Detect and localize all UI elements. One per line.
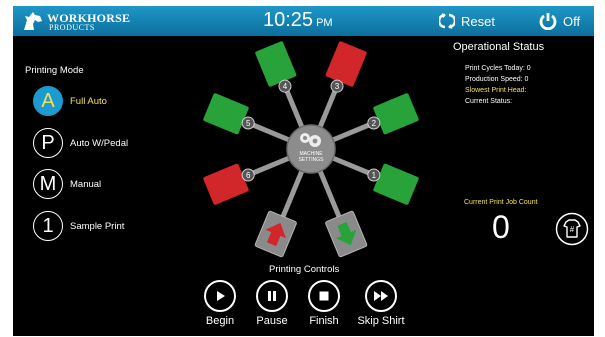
play-icon [204, 280, 236, 312]
current-status: Current Status: [465, 98, 513, 105]
station-number: 1 [372, 171, 377, 180]
top-bar: WORKHORSE PRODUCTS 10:25 PM Reset Off [13, 6, 594, 36]
skip-shirt-label: Skip Shirt [357, 315, 405, 327]
mode-symbol: A [33, 86, 63, 116]
station-3[interactable] [325, 41, 367, 88]
reset-label: Reset [461, 13, 495, 29]
power-icon [539, 13, 557, 30]
power-off-button[interactable]: Off [539, 10, 580, 32]
fast-forward-icon [365, 280, 397, 312]
clock-time: 10:25 [263, 9, 314, 31]
off-label: Off [563, 13, 581, 29]
horse-head-icon [24, 12, 42, 30]
station-1[interactable] [373, 163, 420, 205]
logo-subtext: PRODUCTS [49, 23, 95, 32]
production-speed: Production Speed: 0 [465, 76, 529, 83]
mode-manual[interactable]: M Manual [33, 169, 101, 199]
mode-auto-pedal[interactable]: P Auto W/Pedal [33, 128, 128, 158]
mode-symbol: M [33, 169, 63, 199]
printing-mode-title: Printing Mode [25, 65, 84, 76]
station-number: 3 [335, 82, 340, 91]
station-number: 4 [283, 82, 288, 91]
press-control-screen: WORKHORSE PRODUCTS 10:25 PM Reset Off Pri… [13, 6, 594, 336]
shirt-count-button[interactable]: # [555, 212, 589, 246]
station-4[interactable] [255, 41, 297, 88]
clock-ampm: PM [316, 17, 333, 29]
mode-symbol: 1 [33, 211, 63, 241]
mode-label: Full Auto [70, 95, 107, 107]
skip-shirt-button[interactable]: Skip Shirt [349, 280, 413, 327]
station-2[interactable] [373, 93, 420, 135]
mode-label: Auto W/Pedal [70, 137, 129, 149]
mode-symbol: P [33, 128, 63, 158]
printing-controls-title: Printing Controls [269, 264, 340, 275]
operational-status-title: Operational Status [453, 41, 545, 53]
job-count-value: 0 [492, 209, 510, 245]
station-5[interactable] [203, 93, 250, 135]
station-number: 2 [372, 119, 377, 128]
mode-label: Manual [70, 178, 102, 190]
station-number: 6 [246, 171, 251, 180]
mode-full-auto[interactable]: A Full Auto [33, 86, 107, 116]
slowest-print-head: Slowest Print Head: [465, 87, 527, 94]
finish-label: Finish [309, 315, 339, 327]
load-station[interactable] [325, 210, 368, 258]
workhorse-logo: WORKHORSE PRODUCTS [21, 9, 131, 33]
mode-sample-print[interactable]: 1 Sample Print [33, 211, 124, 241]
print-cycles-today: Print Cycles Today: 0 [465, 65, 531, 72]
clock: 10:25 PM [263, 9, 333, 32]
unload-station[interactable] [254, 210, 297, 258]
reset-icon [439, 13, 455, 29]
pause-icon [256, 280, 288, 312]
station-number: 5 [246, 119, 251, 128]
job-count-title: Current Print Job Count [464, 199, 538, 206]
station-6[interactable] [203, 163, 250, 205]
stop-icon [308, 280, 340, 312]
hub-label-2: SETTINGS [298, 157, 324, 163]
mode-label: Sample Print [70, 220, 125, 232]
shirt-hash-label: # [570, 225, 575, 234]
reset-button[interactable]: Reset [439, 10, 495, 32]
finish-button[interactable]: Finish [292, 280, 356, 327]
machine-settings-button[interactable]: MACHINE SETTINGS [286, 124, 336, 174]
press-carousel: 1 2 3 4 5 6 MACHINE SETTINGS [203, 41, 420, 258]
